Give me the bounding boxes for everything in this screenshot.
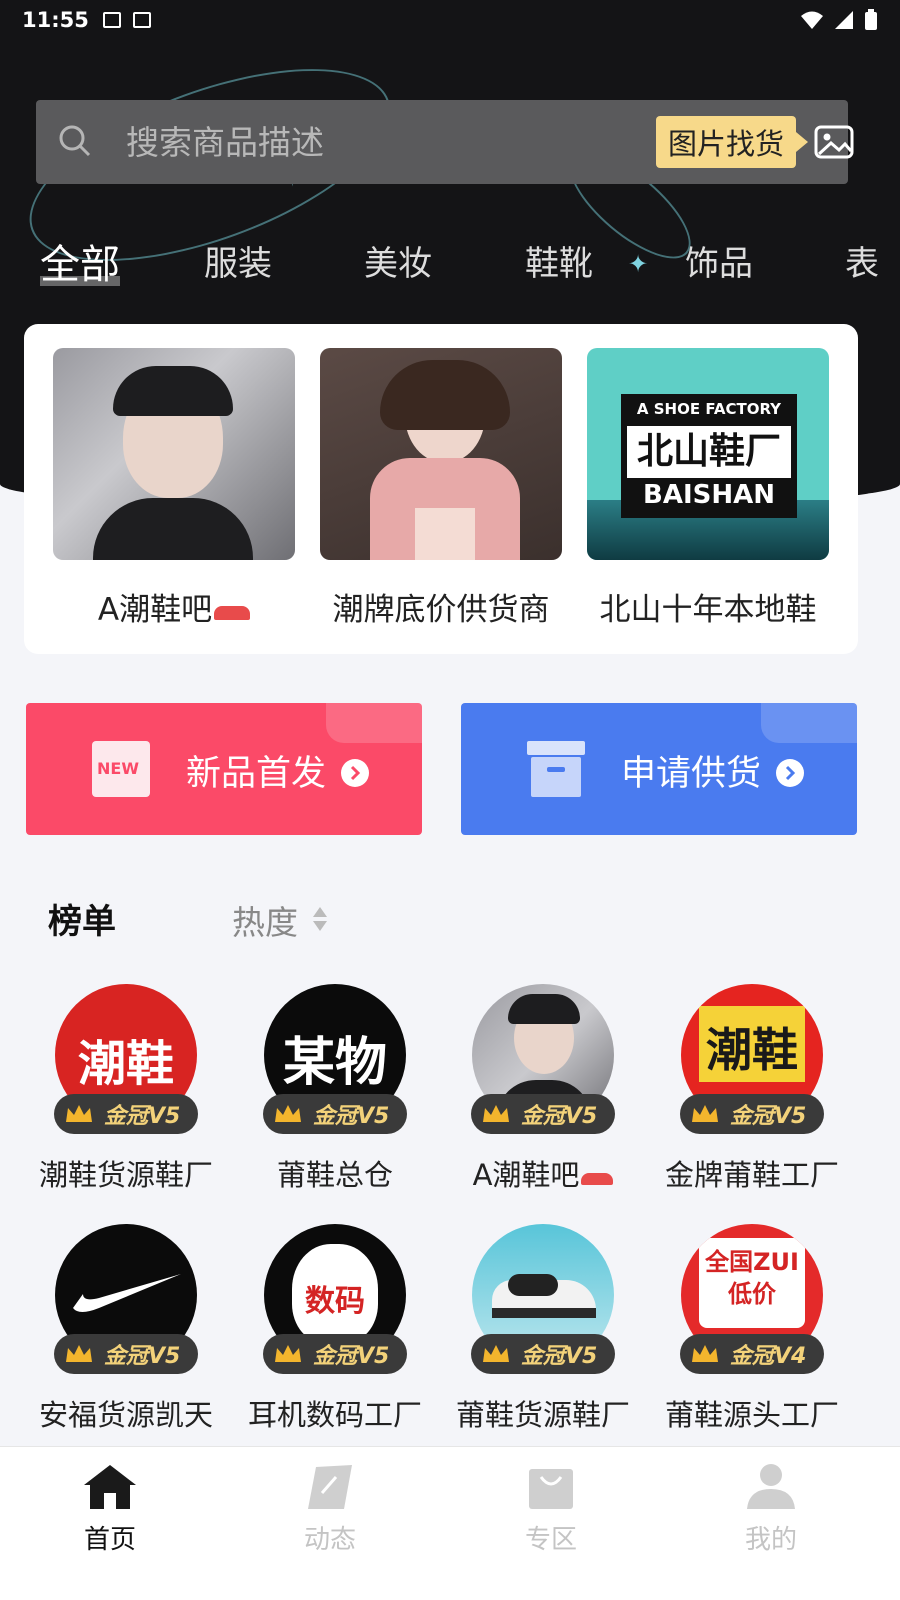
- tab-watches[interactable]: 表: [845, 236, 879, 285]
- status-time: 11:55: [22, 8, 89, 32]
- featured-shop[interactable]: A SHOE FACTORY 北山鞋厂 BAISHAN 北山十年本地鞋: [587, 348, 829, 629]
- decorative-corner: [761, 703, 857, 743]
- crown-icon: [275, 1345, 301, 1362]
- new-arrivals-button[interactable]: NEW 新品首发: [26, 703, 422, 835]
- gold-crown-badge: 金冠V4: [680, 1334, 824, 1374]
- nav-home[interactable]: 首页: [30, 1447, 190, 1600]
- tab-beauty[interactable]: 美妆: [364, 236, 432, 285]
- search-bar[interactable]: 图片找货: [36, 100, 854, 184]
- ranking-shop[interactable]: 数码 金冠V5 耳机数码工厂: [235, 1224, 435, 1434]
- signal-icon: [835, 11, 853, 29]
- chevron-right-icon: [776, 759, 804, 787]
- featured-shop[interactable]: A潮鞋吧: [53, 348, 295, 629]
- search-input[interactable]: [126, 120, 606, 164]
- ranking-shop[interactable]: 金冠V5 安福货源凯天: [26, 1224, 226, 1434]
- gold-crown-badge: 金冠V5: [263, 1094, 407, 1134]
- sneaker-icon: [214, 606, 251, 620]
- nav-feed-label: 动态: [303, 1525, 356, 1555]
- avatar-text: 潮鞋: [706, 1023, 798, 1077]
- apply-supply-label: 申请供货: [621, 754, 762, 794]
- shop-name: 莆鞋货源鞋厂: [455, 1398, 630, 1432]
- nav-zone-label: 专区: [524, 1525, 577, 1555]
- gold-crown-badge: 金冠V5: [471, 1094, 615, 1134]
- crown-icon: [692, 1105, 718, 1122]
- nav-profile[interactable]: 我的: [691, 1447, 851, 1600]
- logo-text-bottom: BAISHAN: [643, 480, 775, 510]
- crown-icon: [483, 1345, 509, 1362]
- new-icon: NEW: [92, 741, 150, 797]
- shopping-bag-icon: [529, 1469, 573, 1509]
- nav-home-label: 首页: [83, 1525, 136, 1555]
- shop-name: 金牌莆鞋工厂: [664, 1158, 839, 1192]
- featured-shops-card: A潮鞋吧 潮牌底价供货商 A SHOE FACTORY 北山鞋厂 BAISHAN…: [24, 324, 858, 654]
- featured-shop-name: 潮牌底价供货商: [332, 592, 550, 628]
- crown-icon: [275, 1105, 301, 1122]
- category-tabs: 全部 服装 美妆 鞋靴 饰品 表: [0, 236, 900, 300]
- new-icon-text: NEW: [97, 759, 139, 778]
- crown-icon: [66, 1345, 92, 1362]
- sort-by-heat[interactable]: 热度: [232, 896, 298, 944]
- apply-supply-button[interactable]: 申请供货: [461, 703, 857, 835]
- ranking-shop[interactable]: 金冠V5 莆鞋货源鞋厂: [443, 1224, 643, 1434]
- ranking-shop[interactable]: 潮鞋 金冠V5 金牌莆鞋工厂: [652, 984, 852, 1194]
- image-search-button[interactable]: 图片找货: [656, 116, 809, 168]
- logo-text-top: A SHOE FACTORY: [636, 400, 782, 418]
- app-notification-icon: [132, 12, 151, 28]
- logo-text-main: 北山鞋厂: [627, 426, 791, 478]
- avatar-text: 某物: [282, 1033, 387, 1093]
- shop-name: 潮鞋货源鞋厂: [38, 1158, 213, 1192]
- ranking-shop[interactable]: 潮鞋 金冠V5 潮鞋货源鞋厂: [26, 984, 226, 1194]
- crown-icon: [692, 1345, 718, 1362]
- shop-logo: A SHOE FACTORY 北山鞋厂 BAISHAN: [587, 348, 829, 560]
- gold-crown-badge: 金冠V5: [263, 1334, 407, 1374]
- shop-name: 莆鞋源头工厂: [664, 1398, 839, 1432]
- decorative-corner: [326, 703, 422, 743]
- gold-crown-badge: 金冠V5: [54, 1334, 198, 1374]
- crown-icon: [483, 1105, 509, 1122]
- tab-shoes[interactable]: 鞋靴: [525, 236, 593, 285]
- archive-box-icon: [527, 741, 585, 797]
- bottom-navigation: 首页 动态 专区 我的: [0, 1446, 900, 1600]
- nav-zone[interactable]: 专区: [471, 1447, 631, 1600]
- shop-photo: [53, 348, 295, 560]
- shop-name: A潮鞋吧: [443, 1152, 643, 1194]
- gallery-icon: [102, 12, 121, 28]
- shop-name: 安福货源凯天: [38, 1398, 213, 1432]
- image-upload-icon[interactable]: [814, 124, 854, 160]
- sneaker-icon: [581, 1173, 614, 1185]
- battery-icon: [865, 9, 877, 30]
- user-icon: [747, 1464, 795, 1509]
- avatar-text: 全国ZUI低价: [705, 1248, 799, 1308]
- ranking-shop[interactable]: 某物 金冠V5 莆鞋总仓: [235, 984, 435, 1194]
- sort-arrows-icon[interactable]: [312, 905, 328, 933]
- ranking-shop[interactable]: 金冠V5 A潮鞋吧: [443, 984, 643, 1194]
- wifi-icon: [801, 11, 823, 29]
- featured-shop-name: A潮鞋吧: [53, 584, 295, 629]
- ranking-shop[interactable]: 全国ZUI低价 金冠V4 莆鞋源头工厂: [652, 1224, 852, 1434]
- tab-clothing[interactable]: 服装: [204, 236, 272, 285]
- home-icon: [84, 1465, 136, 1509]
- crown-icon: [66, 1105, 92, 1122]
- nav-profile-label: 我的: [744, 1525, 797, 1555]
- nav-feed[interactable]: 动态: [250, 1447, 410, 1600]
- gold-crown-badge: 金冠V5: [471, 1334, 615, 1374]
- search-icon: [59, 125, 91, 157]
- status-bar: 11:55: [0, 0, 900, 40]
- gold-crown-badge: 金冠V5: [54, 1094, 198, 1134]
- new-arrivals-label: 新品首发: [186, 754, 327, 794]
- ranking-title: 榜单: [48, 902, 116, 942]
- tab-accessories[interactable]: 饰品: [685, 236, 753, 285]
- feed-icon: [308, 1465, 352, 1509]
- featured-shop[interactable]: 潮牌底价供货商: [320, 348, 562, 629]
- avatar-text: 潮鞋: [77, 1036, 174, 1092]
- chevron-right-icon: [341, 759, 369, 787]
- swoosh-logo: [73, 1274, 181, 1312]
- featured-shop-name: 北山十年本地鞋: [599, 592, 817, 628]
- shop-name: 莆鞋总仓: [276, 1158, 393, 1192]
- tab-all[interactable]: 全部: [40, 232, 120, 290]
- shop-name: 耳机数码工厂: [247, 1398, 422, 1432]
- shop-photo: [320, 348, 562, 560]
- avatar-text: 数码: [305, 1284, 365, 1319]
- gold-crown-badge: 金冠V5: [680, 1094, 824, 1134]
